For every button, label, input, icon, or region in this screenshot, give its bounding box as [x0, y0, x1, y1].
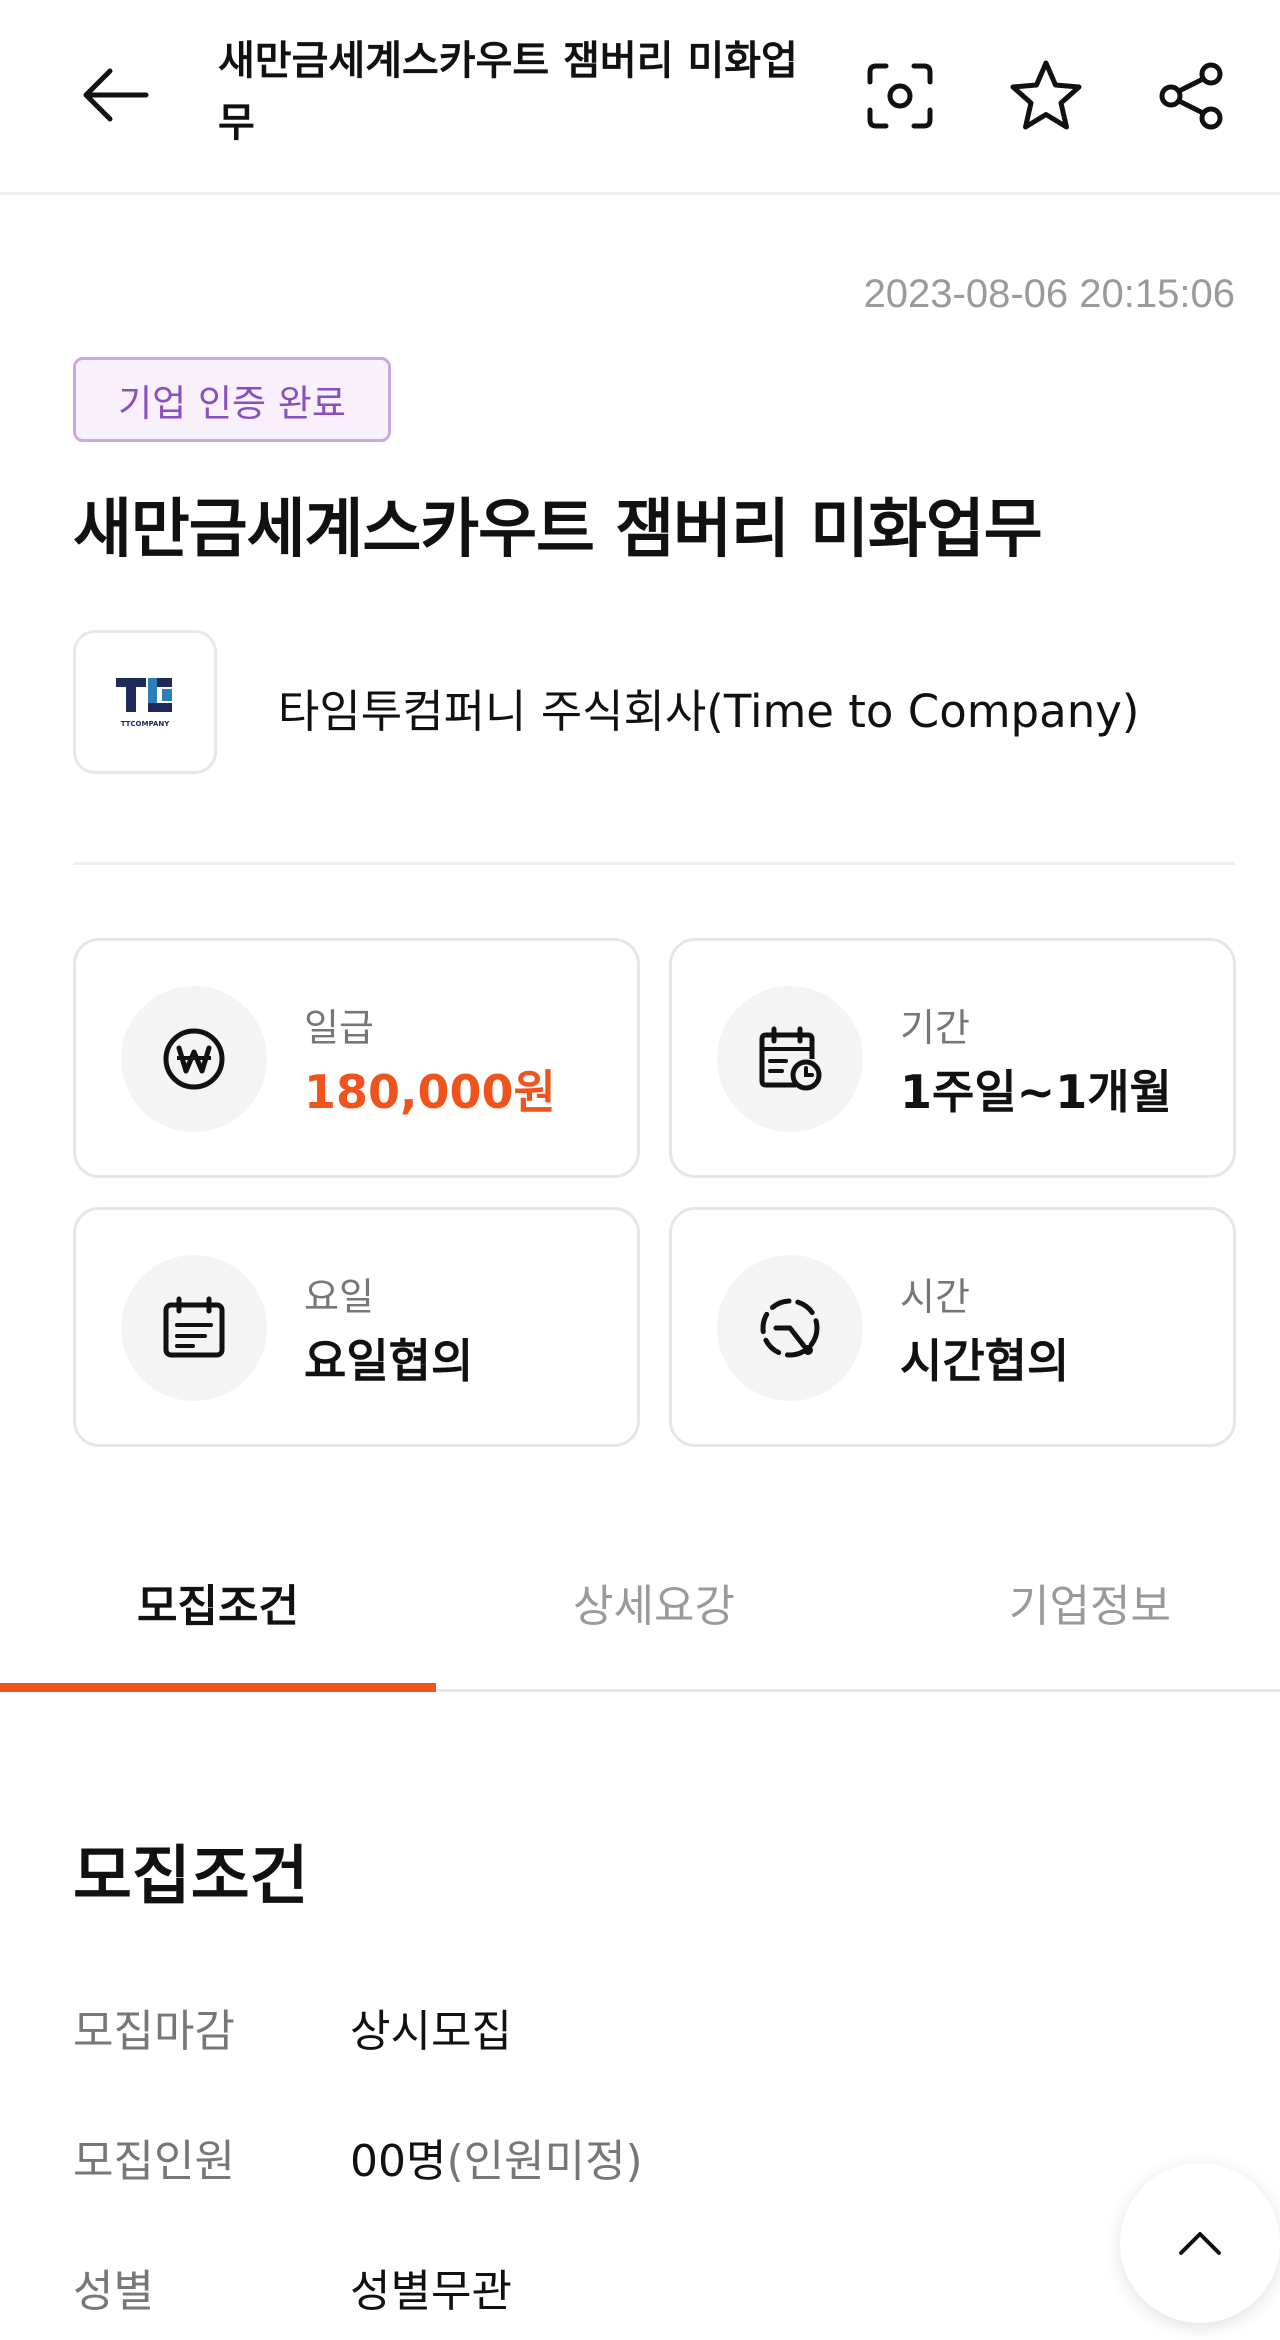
- days-card: 요일 요일협의: [73, 1207, 640, 1447]
- share-icon: [1159, 62, 1223, 130]
- hours-value: 시간협의: [900, 1334, 1070, 1388]
- won-icon: [163, 1028, 225, 1090]
- clock-dashed-icon: [760, 1298, 820, 1358]
- content-tabs: 모집조건 상세요강 기업정보: [0, 1520, 1280, 1692]
- row-label: 모집마감: [73, 2006, 235, 2057]
- hours-label: 시간: [900, 1275, 970, 1319]
- calendar-icon: [163, 1296, 225, 1358]
- row-label: 모집인원: [73, 2136, 235, 2187]
- active-tab-indicator: [0, 1683, 436, 1692]
- section-title: 모집조건: [73, 1840, 309, 1914]
- chevron-up-icon: [1179, 2232, 1221, 2255]
- company-logo[interactable]: TTCOMPANY: [73, 630, 217, 774]
- share-button[interactable]: [1143, 48, 1239, 144]
- wage-label: 일급: [304, 1006, 374, 1050]
- company-logo-icon: TTCOMPANY: [116, 678, 172, 728]
- back-button[interactable]: [70, 50, 160, 140]
- row-value: 성별무관: [350, 2266, 512, 2317]
- row-note: (인원미정): [446, 2136, 643, 2187]
- company-name[interactable]: 타임투컴퍼니 주식회사(Time to Company): [278, 675, 1139, 740]
- wage-card: 일급 180,000원: [73, 938, 640, 1178]
- verified-company-badge: 기업 인증 완료: [73, 357, 391, 442]
- row-value: 상시모집: [350, 2006, 512, 2057]
- period-value: 1주일~1개월: [900, 1065, 1172, 1119]
- tab-details[interactable]: 상세요강: [436, 1570, 872, 1634]
- days-label: 요일: [304, 1275, 374, 1319]
- scroll-to-top-button[interactable]: [1120, 2163, 1280, 2323]
- svg-text:TTCOMPANY: TTCOMPANY: [121, 720, 171, 728]
- header-title: 새만금세계스카우트 잼버리 미화업무: [218, 38, 798, 146]
- tab-recruit-conditions[interactable]: 모집조건: [0, 1570, 436, 1634]
- period-label: 기간: [900, 1006, 970, 1050]
- scan-button[interactable]: [852, 48, 948, 144]
- hours-card: 시간 시간협의: [669, 1207, 1236, 1447]
- row-value: 00명(인원미정): [350, 2136, 643, 2187]
- period-card: 기간 1주일~1개월: [669, 938, 1236, 1178]
- scan-icon: [867, 63, 933, 129]
- row-label: 성별: [73, 2266, 154, 2317]
- wage-value: 180,000원: [304, 1065, 556, 1119]
- calendar-clock-icon: [759, 1026, 822, 1091]
- tab-company-info[interactable]: 기업정보: [872, 1570, 1280, 1634]
- post-timestamp: 2023-08-06 20:15:06: [863, 272, 1235, 316]
- app-header: 새만금세계스카우트 잼버리 미화업무: [0, 0, 1280, 195]
- job-title: 새만금세계스카우트 잼버리 미화업무: [73, 493, 1043, 567]
- favorite-button[interactable]: [998, 48, 1094, 144]
- star-icon: [1010, 60, 1082, 130]
- days-value: 요일협의: [304, 1334, 474, 1388]
- arrow-left-icon: [83, 68, 149, 122]
- divider: [73, 862, 1235, 865]
